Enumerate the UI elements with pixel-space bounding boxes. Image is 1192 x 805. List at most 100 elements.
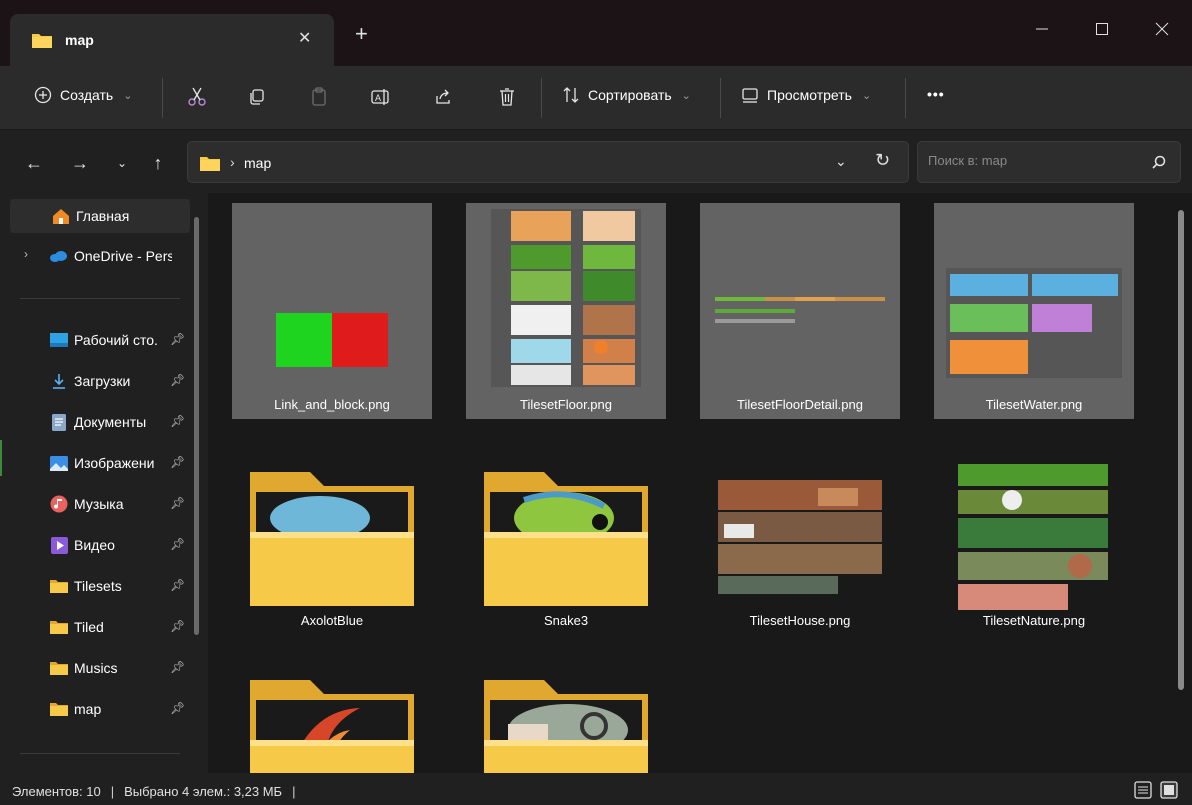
folder-icon <box>50 578 68 594</box>
chevron-down-icon[interactable]: ⌄ <box>835 153 847 170</box>
sidebar-item-video[interactable]: Видео 📌︎ <box>10 528 190 562</box>
sidebar-item-documents[interactable]: Документы 📌︎ <box>10 405 190 439</box>
sidebar-item-onedrive[interactable]: › OneDrive - Persc <box>10 239 190 273</box>
file-grid: Link_and_block.png TilesetFloor.png Tile… <box>208 193 1192 773</box>
create-label: Создать <box>60 87 114 103</box>
breadcrumb-map[interactable]: map <box>244 155 271 171</box>
folder-icon <box>50 660 68 676</box>
tab-title: map <box>65 32 94 48</box>
navigation-pane: Главная › OneDrive - Persc Рабочий сто. … <box>0 193 208 773</box>
pin-icon[interactable]: 📌︎ <box>170 496 185 510</box>
pin-icon[interactable]: 📌︎ <box>170 332 185 346</box>
sidebar-item-music[interactable]: Музыка 📌︎ <box>10 487 190 521</box>
status-separator: | <box>110 783 115 799</box>
file-item[interactable]: TilesetWater.png <box>934 203 1134 419</box>
close-button[interactable] <box>1142 14 1182 44</box>
copy-button[interactable] <box>242 82 272 112</box>
recent-chevron-icon[interactable]: ⌄ <box>108 149 136 177</box>
sidebar-item-downloads[interactable]: Загрузки 📌︎ <box>10 364 190 398</box>
image-thumbnail <box>466 203 666 393</box>
image-thumbnail <box>232 203 432 393</box>
divider <box>162 78 163 118</box>
file-name: Link_and_block.png <box>274 397 390 412</box>
sidebar-item-pictures[interactable]: Изображени 📌︎ <box>10 446 190 480</box>
delete-button[interactable] <box>492 82 522 112</box>
search-input[interactable] <box>928 153 1138 168</box>
file-item[interactable]: TilesetHouse.png <box>700 441 900 641</box>
status-separator: | <box>292 783 296 799</box>
folder-item[interactable]: Snake3 <box>466 441 666 641</box>
up-arrow-icon[interactable]: ↑ <box>144 149 172 177</box>
sidebar-item-label: map <box>74 701 102 717</box>
sidebar-item-desktop[interactable]: Рабочий сто. 📌︎ <box>10 323 190 357</box>
pin-icon[interactable]: 📌︎ <box>170 414 185 428</box>
folder-name: AxolotBlue <box>300 613 364 628</box>
refresh-icon[interactable]: ↻ <box>875 150 890 171</box>
video-icon <box>50 536 68 554</box>
sidebar-item-label: Главная <box>76 208 130 224</box>
svg-text:A: A <box>375 93 381 103</box>
search-box[interactable] <box>917 141 1181 183</box>
share-icon <box>436 89 450 104</box>
folder-icon <box>32 32 52 51</box>
sidebar-item-label: Musics <box>74 660 118 676</box>
file-item[interactable]: Link_and_block.png <box>232 203 432 419</box>
new-tab-button[interactable]: + <box>355 23 368 45</box>
view-button[interactable]: Просмотреть ⌄ <box>741 86 871 104</box>
address-bar[interactable]: › map ⌄ ↻ <box>187 141 909 183</box>
cut-icon <box>188 87 206 106</box>
divider <box>20 298 180 299</box>
sidebar-scrollbar[interactable] <box>194 217 199 635</box>
pin-icon[interactable]: 📌︎ <box>170 373 185 387</box>
details-view-icon[interactable] <box>1134 781 1154 801</box>
divider <box>541 78 542 118</box>
download-icon <box>50 373 68 389</box>
search-icon[interactable] <box>1151 154 1167 173</box>
divider <box>905 78 906 118</box>
pin-icon[interactable]: 📌︎ <box>170 619 185 633</box>
breadcrumb-separator: › <box>230 154 235 170</box>
more-button[interactable]: ••• <box>927 86 945 102</box>
pin-icon[interactable]: 📌︎ <box>170 578 185 592</box>
accent-edge <box>0 440 2 476</box>
documents-icon <box>50 413 68 431</box>
image-thumbnail <box>700 203 900 393</box>
sidebar-item-tilesets[interactable]: Tilesets 📌︎ <box>10 569 190 603</box>
pin-icon[interactable]: 📌︎ <box>170 701 185 715</box>
paste-button[interactable] <box>304 82 334 112</box>
cut-button[interactable] <box>182 82 212 112</box>
tiles-view-icon[interactable] <box>1160 781 1180 801</box>
expand-chevron-icon[interactable]: › <box>24 247 28 261</box>
sidebar-item-home[interactable]: Главная <box>10 199 190 233</box>
sidebar-item-musics[interactable]: Musics 📌︎ <box>10 651 190 685</box>
file-item[interactable]: TilesetFloorDetail.png <box>700 203 900 419</box>
folder-item[interactable] <box>466 663 666 773</box>
folder-item[interactable]: AxolotBlue <box>232 441 432 641</box>
tab-map[interactable]: map ✕ <box>10 14 334 66</box>
pin-icon[interactable]: 📌︎ <box>170 455 185 469</box>
folder-thumbnail <box>232 441 432 631</box>
maximize-button[interactable] <box>1082 14 1122 44</box>
create-button[interactable]: Создать ⌄ <box>34 86 132 104</box>
selection-info: Выбрано 4 элем.: 3,23 МБ <box>124 783 283 799</box>
pin-icon[interactable]: 📌︎ <box>170 537 185 551</box>
rename-button[interactable]: A <box>366 82 396 112</box>
forward-arrow-icon[interactable]: → <box>66 149 94 177</box>
copy-icon <box>250 89 264 105</box>
divider <box>20 753 180 754</box>
back-arrow-icon[interactable]: ← <box>20 149 48 177</box>
minimize-button[interactable] <box>1022 14 1062 44</box>
folder-item[interactable] <box>232 663 432 773</box>
sidebar-item-tiled[interactable]: Tiled 📌︎ <box>10 610 190 644</box>
folder-thumbnail <box>232 663 432 773</box>
sidebar-item-map[interactable]: map 📌︎ <box>10 692 190 726</box>
file-item[interactable]: TilesetNature.png <box>934 441 1134 641</box>
content-scrollbar[interactable] <box>1178 210 1184 690</box>
file-name: TilesetFloorDetail.png <box>737 397 863 412</box>
sort-button[interactable]: Сортировать ⌄ <box>562 86 691 104</box>
share-button[interactable] <box>428 82 458 112</box>
pictures-icon <box>50 455 68 471</box>
file-item[interactable]: TilesetFloor.png <box>466 203 666 419</box>
pin-icon[interactable]: 📌︎ <box>170 660 185 674</box>
close-icon[interactable]: ✕ <box>298 28 311 48</box>
